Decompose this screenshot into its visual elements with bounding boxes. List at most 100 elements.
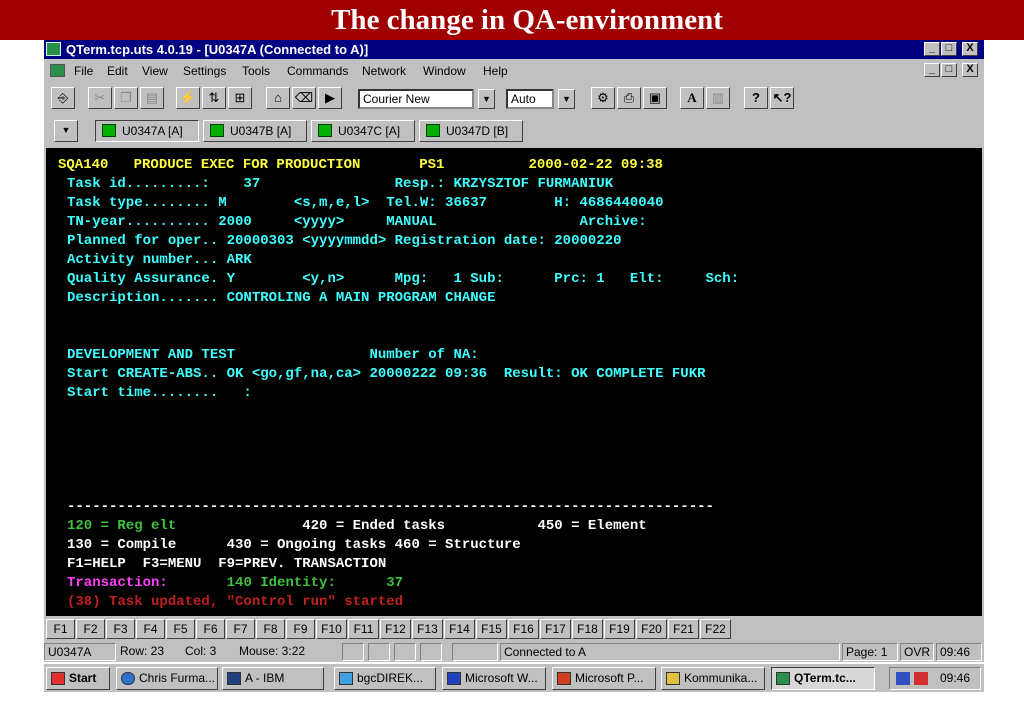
session-tab-a[interactable]: U0347A [A] [95, 120, 199, 142]
session-bar: ▼ U0347A [A] U0347B [A] U0347C [A] U0347… [44, 118, 984, 144]
status-page: Page: 1 [842, 643, 898, 661]
size-select[interactable]: Auto [506, 89, 554, 109]
document-icon[interactable] [50, 64, 65, 77]
menu-file[interactable]: File [74, 64, 93, 78]
function-key-f21[interactable]: F21 [668, 619, 699, 639]
font-dropdown-icon[interactable]: ▼ [478, 89, 495, 109]
function-key-f22[interactable]: F22 [700, 619, 731, 639]
taskbar-button-ibm[interactable]: A - IBM [222, 667, 324, 690]
function-key-f15[interactable]: F15 [476, 619, 507, 639]
terminal-screen[interactable]: SQA140 PRODUCE EXEC FOR PRODUCTION PS1 2… [46, 148, 982, 616]
eraser-icon[interactable]: ⌫ [292, 87, 316, 109]
menu-tools[interactable]: Tools [242, 64, 270, 78]
function-key-f19[interactable]: F19 [604, 619, 635, 639]
font-icon[interactable]: A [680, 87, 704, 109]
terminal-segment: 120 = Reg elt [67, 518, 303, 534]
network-tray-icon[interactable] [896, 672, 910, 685]
function-key-f20[interactable]: F20 [636, 619, 667, 639]
function-key-f17[interactable]: F17 [540, 619, 571, 639]
menu-help[interactable]: Help [483, 64, 508, 78]
window-titlebar[interactable]: QTerm.tcp.uts 4.0.19 - [U0347A (Connecte… [44, 40, 984, 59]
terminal-line: Planned for oper.. 20000303 <yyyymmdd> R… [67, 233, 622, 249]
menu-view[interactable]: View [142, 64, 168, 78]
terminal-line: 120 = Reg elt 420 = Ended tasks 450 = El… [67, 517, 647, 536]
status-col: Col: 3 [185, 644, 217, 658]
context-help-icon[interactable]: ↖? [770, 87, 794, 109]
font-select[interactable]: Courier New [358, 89, 474, 109]
function-key-f13[interactable]: F13 [412, 619, 443, 639]
taskbar-label: Microsoft W... [465, 671, 538, 685]
session-icon [210, 124, 224, 137]
function-key-f16[interactable]: F16 [508, 619, 539, 639]
help-icon[interactable]: ? [744, 87, 768, 109]
function-key-f1[interactable]: F1 [46, 619, 75, 639]
function-key-f7[interactable]: F7 [226, 619, 255, 639]
browser-icon [121, 672, 135, 685]
status-bar: U0347A Row: 23 Col: 3 Mouse: 3:22 Connec… [44, 642, 984, 662]
size-dropdown-icon[interactable]: ▼ [558, 89, 575, 109]
taskbar-button-qterm[interactable]: QTerm.tc... [771, 667, 875, 690]
taskbar-button-word[interactable]: Microsoft W... [442, 667, 546, 690]
function-key-f9[interactable]: F9 [286, 619, 315, 639]
status-connection: Connected to A [500, 643, 840, 661]
session-tab-d[interactable]: U0347D [B] [419, 120, 523, 142]
window-title: QTerm.tcp.uts 4.0.19 - [U0347A (Connecte… [66, 42, 369, 57]
powerpoint-icon [557, 672, 571, 685]
terminal-line: Start CREATE-ABS.. OK <go,gf,na,ca> 2000… [67, 366, 706, 382]
save-icon[interactable]: ▣ [643, 87, 667, 109]
function-key-f11[interactable]: F11 [348, 619, 379, 639]
taskbar-button-chris[interactable]: Chris Furma... [116, 667, 218, 690]
terminal-line: F1=HELP F3=MENU F9=PREV. TRANSACTION [67, 556, 387, 572]
print-icon[interactable]: ⎙ [617, 87, 641, 109]
slide-title: The change in QA-environment [331, 4, 723, 36]
paste-icon[interactable]: ▤ [140, 87, 164, 109]
function-key-f10[interactable]: F10 [316, 619, 347, 639]
warning-tray-icon[interactable] [914, 672, 928, 685]
play-icon[interactable]: ▶ [318, 87, 342, 109]
function-key-f2[interactable]: F2 [76, 619, 105, 639]
maximize-button[interactable]: □ [941, 42, 957, 56]
menu-commands[interactable]: Commands [287, 64, 348, 78]
chart-icon[interactable]: ▥ [706, 87, 730, 109]
function-key-f4[interactable]: F4 [136, 619, 165, 639]
status-session: U0347A [44, 643, 116, 661]
session-icon [102, 124, 116, 137]
session-tab-c[interactable]: U0347C [A] [311, 120, 415, 142]
copy-icon[interactable]: ❐ [114, 87, 138, 109]
home-icon[interactable]: ⌂ [266, 87, 290, 109]
settings-icon[interactable]: ⚙ [591, 87, 615, 109]
qterm-window: QTerm.tcp.uts 4.0.19 - [U0347A (Connecte… [44, 40, 984, 642]
doc-maximize-button[interactable]: □ [941, 63, 957, 77]
taskbar-button-kommunika[interactable]: Kommunika... [661, 667, 765, 690]
terminal-line: Activity number... ARK [67, 252, 252, 268]
transfer-icon[interactable]: ⇅ [202, 87, 226, 109]
menu-edit[interactable]: Edit [107, 64, 128, 78]
function-key-f12[interactable]: F12 [380, 619, 411, 639]
doc-minimize-button[interactable]: _ [924, 63, 940, 77]
status-indicator-1 [342, 643, 364, 661]
function-key-f18[interactable]: F18 [572, 619, 603, 639]
taskbar-button-bgc[interactable]: bgcDIREK... [334, 667, 436, 690]
close-button[interactable]: X [962, 42, 978, 56]
minimize-button[interactable]: _ [924, 42, 940, 56]
macro-icon[interactable]: ⚡ [176, 87, 200, 109]
function-key-f3[interactable]: F3 [106, 619, 135, 639]
session-dropdown-icon[interactable]: ▼ [54, 120, 78, 142]
session-tab-b[interactable]: U0347B [A] [203, 120, 307, 142]
menu-network[interactable]: Network [362, 64, 406, 78]
menu-settings[interactable]: Settings [183, 64, 226, 78]
function-key-f8[interactable]: F8 [256, 619, 285, 639]
menu-window[interactable]: Window [423, 64, 466, 78]
folder-icon [666, 672, 680, 685]
function-key-f5[interactable]: F5 [166, 619, 195, 639]
cut-icon[interactable]: ✂ [88, 87, 112, 109]
connect-icon[interactable]: ⎆ [51, 87, 75, 109]
session-icon [426, 124, 440, 137]
function-key-f14[interactable]: F14 [444, 619, 475, 639]
function-key-f6[interactable]: F6 [196, 619, 225, 639]
taskbar-button-powerpoint[interactable]: Microsoft P... [552, 667, 656, 690]
doc-close-button[interactable]: X [962, 63, 978, 77]
start-button[interactable]: Start [46, 667, 110, 690]
network-icon[interactable]: ⊞ [228, 87, 252, 109]
word-icon [447, 672, 461, 685]
